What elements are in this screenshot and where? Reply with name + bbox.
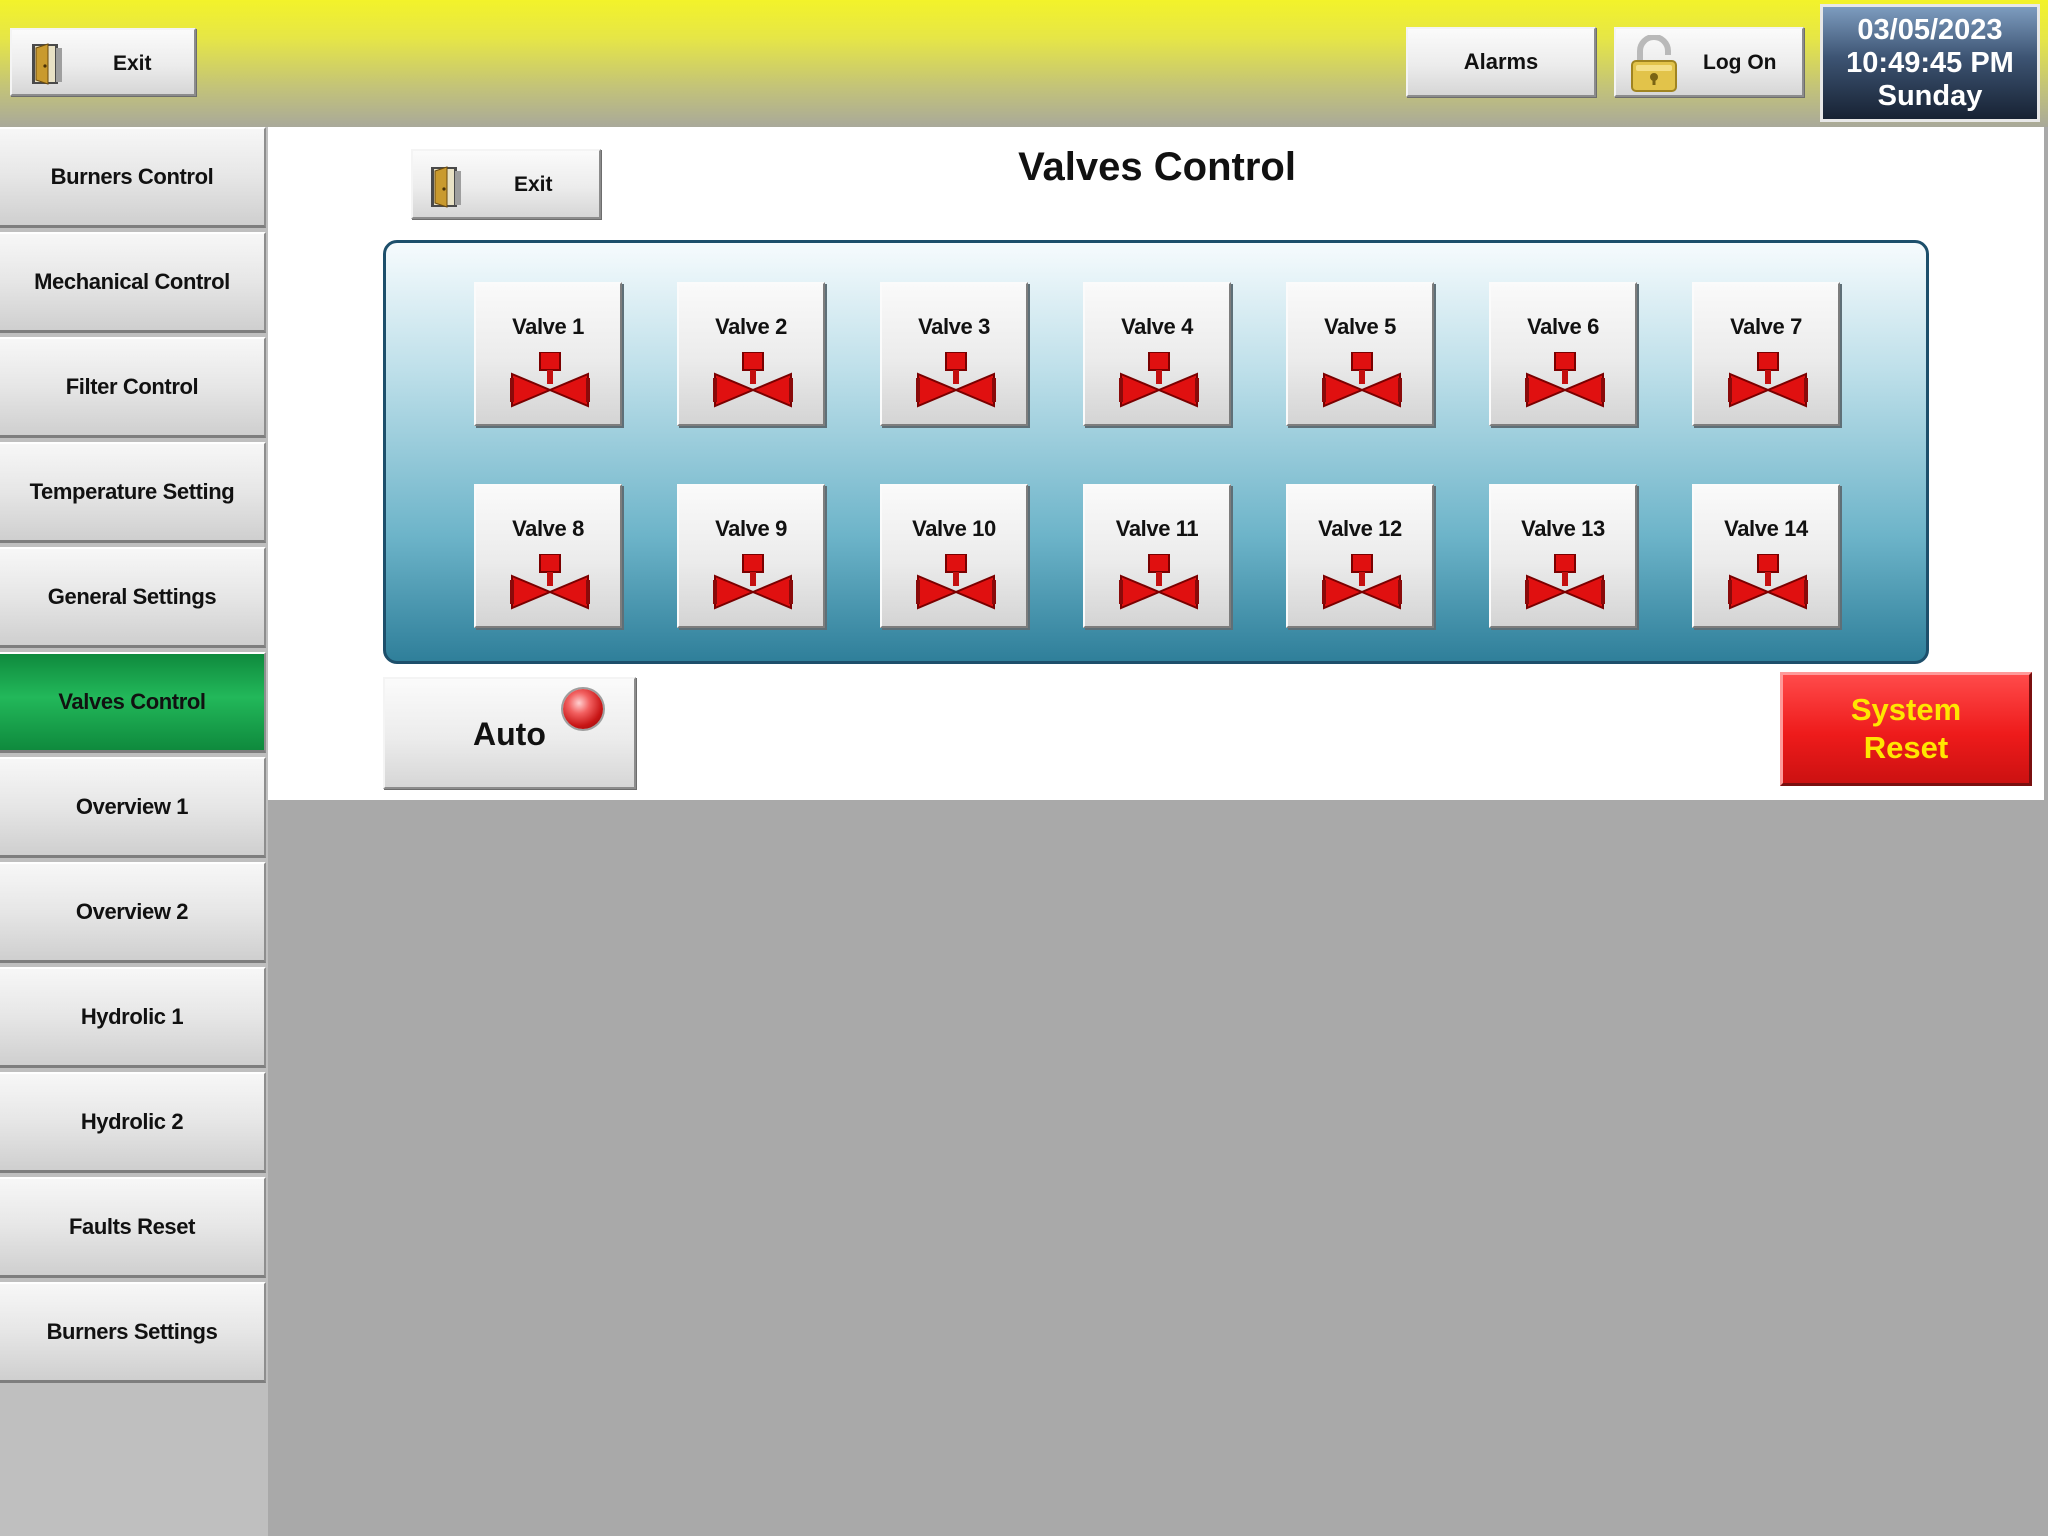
valve-1-button[interactable]: Valve 1 [474, 282, 622, 426]
system-reset-label-line2: Reset [1863, 730, 1949, 765]
sidebar-item-filter-control[interactable]: Filter Control [0, 337, 266, 438]
valve-icon [1525, 554, 1605, 610]
sidebar-item-overview-1[interactable]: Overview 1 [0, 757, 266, 858]
panel-exit-label: Exit [514, 173, 553, 196]
valve-label: Valve 10 [912, 516, 996, 541]
valve-icon [1525, 352, 1605, 408]
valve-label: Valve 8 [512, 516, 584, 541]
system-reset-button[interactable]: System Reset [1780, 672, 2032, 786]
top-bar: Exit Alarms Log On 03/05/2023 10:49:45 P… [0, 0, 2048, 127]
valve-label: Valve 14 [1724, 516, 1808, 541]
date-text: 03/05/2023 [1857, 13, 2003, 46]
valve-label: Valve 9 [715, 516, 787, 541]
valve-label: Valve 2 [715, 314, 787, 339]
valve-icon [510, 352, 590, 408]
sidebar-item-general-settings[interactable]: General Settings [0, 547, 266, 648]
valve-label: Valve 6 [1527, 314, 1599, 339]
valve-icon [1728, 554, 1808, 610]
door-exit-icon [32, 43, 62, 85]
sidebar: Burners Control Mechanical Control Filte… [0, 127, 268, 1536]
valve-4-button[interactable]: Valve 4 [1083, 282, 1231, 426]
log-on-label: Log On [1703, 51, 1777, 74]
door-exit-icon [431, 166, 461, 208]
valve-14-button[interactable]: Valve 14 [1692, 484, 1840, 628]
valve-12-button[interactable]: Valve 12 [1286, 484, 1434, 628]
time-text: 10:49:45 PM [1846, 46, 2014, 79]
page-title: Valves Control [1018, 145, 1296, 189]
sidebar-item-temperature-setting[interactable]: Temperature Setting [0, 442, 266, 543]
valve-label: Valve 13 [1521, 516, 1605, 541]
panel-exit-button[interactable]: Exit [411, 149, 601, 219]
valve-icon [713, 352, 793, 408]
valve-icon [510, 554, 590, 610]
valve-icon [713, 554, 793, 610]
led-indicator-icon [563, 689, 603, 729]
valve-icon [1322, 352, 1402, 408]
log-on-button[interactable]: Log On [1614, 27, 1804, 97]
valve-icon [916, 554, 996, 610]
valve-label: Valve 1 [512, 314, 584, 339]
valve-7-button[interactable]: Valve 7 [1692, 282, 1840, 426]
sidebar-item-overview-2[interactable]: Overview 2 [0, 862, 266, 963]
valve-label: Valve 7 [1730, 314, 1802, 339]
auto-label: Auto [473, 716, 546, 752]
valve-icon [1119, 554, 1199, 610]
sidebar-item-burners-control[interactable]: Burners Control [0, 127, 266, 228]
valve-3-button[interactable]: Valve 3 [880, 282, 1028, 426]
alarms-label: Alarms [1463, 49, 1539, 74]
top-exit-button[interactable]: Exit [10, 28, 196, 96]
valve-icon [1119, 352, 1199, 408]
valve-8-button[interactable]: Valve 8 [474, 484, 622, 628]
day-text: Sunday [1877, 79, 1983, 112]
date-time-display: 03/05/2023 10:49:45 PM Sunday [1820, 4, 2040, 122]
valve-icon [1322, 554, 1402, 610]
auto-button[interactable]: Auto [383, 677, 636, 789]
valve-icon [1728, 352, 1808, 408]
valve-label: Valve 5 [1324, 314, 1396, 339]
valve-label: Valve 4 [1121, 314, 1193, 339]
valve-6-button[interactable]: Valve 6 [1489, 282, 1637, 426]
valve-11-button[interactable]: Valve 11 [1083, 484, 1231, 628]
valve-label: Valve 3 [918, 314, 990, 339]
system-reset-label-line1: System [1850, 692, 1962, 727]
sidebar-item-valves-control[interactable]: Valves Control [0, 652, 266, 753]
top-exit-label: Exit [113, 52, 152, 75]
valve-2-button[interactable]: Valve 2 [677, 282, 825, 426]
alarms-button[interactable]: Alarms [1406, 27, 1596, 97]
sidebar-item-faults-reset[interactable]: Faults Reset [0, 1177, 266, 1278]
sidebar-item-mechanical-control[interactable]: Mechanical Control [0, 232, 266, 333]
sidebar-item-hydrolic-2[interactable]: Hydrolic 2 [0, 1072, 266, 1173]
padlock-icon [1631, 35, 1677, 92]
sidebar-item-burners-settings[interactable]: Burners Settings [0, 1282, 266, 1383]
valve-label: Valve 12 [1318, 516, 1402, 541]
sidebar-item-hydrolic-1[interactable]: Hydrolic 1 [0, 967, 266, 1068]
valve-5-button[interactable]: Valve 5 [1286, 282, 1434, 426]
valve-9-button[interactable]: Valve 9 [677, 484, 825, 628]
valve-icon [916, 352, 996, 408]
valve-10-button[interactable]: Valve 10 [880, 484, 1028, 628]
valve-13-button[interactable]: Valve 13 [1489, 484, 1637, 628]
valve-label: Valve 11 [1115, 516, 1199, 541]
